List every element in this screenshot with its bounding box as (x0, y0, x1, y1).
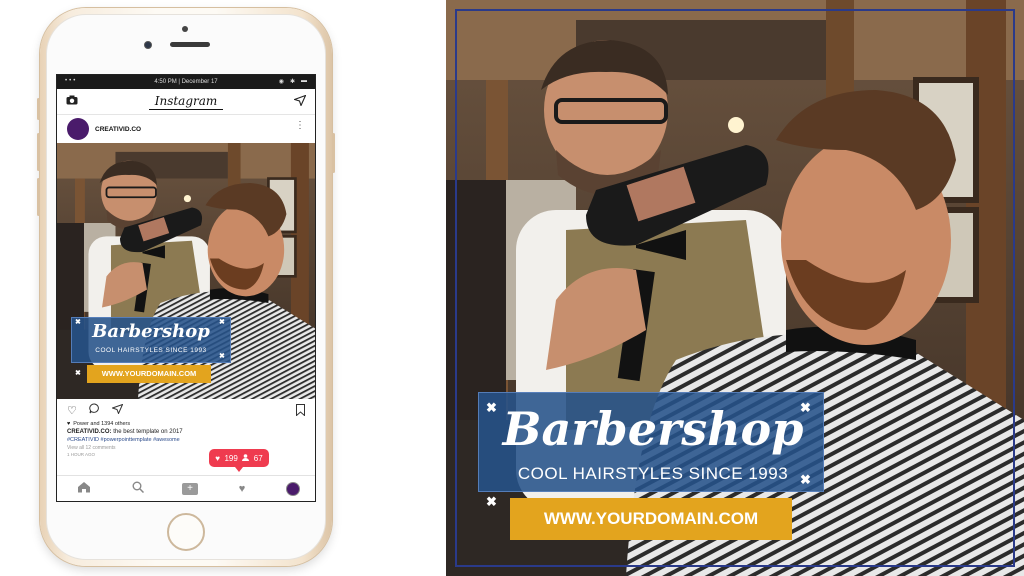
post-hashtags[interactable]: #CREATIVID #powerpointtemplate #awesome (57, 435, 315, 443)
banner-subtitle: COOL HAIRSTYLES SINCE 1993 (95, 347, 207, 354)
heart-icon: ♥ (215, 453, 220, 463)
post-image[interactable]: Barbershop COOL HAIRSTYLES SINCE 1993 WW… (57, 143, 315, 399)
close-icon: ✖ (800, 400, 811, 415)
comment-icon[interactable] (89, 403, 100, 417)
power-button (332, 133, 335, 173)
promo-banner: Barbershop COOL HAIRSTYLES SINCE 1993 WW… (478, 392, 828, 544)
send-icon[interactable] (292, 94, 307, 109)
avatar[interactable] (67, 118, 89, 140)
close-icon: ✖ (219, 319, 225, 326)
notification-followers: 67 (253, 453, 263, 463)
close-icon: ✖ (486, 400, 497, 415)
banner-subtitle: COOL HAIRSTYLES SINCE 1993 (517, 464, 789, 483)
close-icon: ✖ (486, 494, 497, 509)
banner-title: Barbershop (92, 321, 210, 342)
close-icon: ✖ (219, 353, 225, 360)
notification-likes: 199 (224, 453, 238, 463)
post-promo-banner: Barbershop COOL HAIRSTYLES SINCE 1993 WW… (71, 317, 231, 387)
caption-text: the best template on 2017 (111, 429, 183, 435)
close-icon: ✖ (75, 370, 81, 377)
phone-screen: ••• 4:50 PM | December 17 ◉ ✱ ▬ Instagra… (56, 74, 316, 502)
speaker-grille (170, 42, 210, 47)
close-icon: ✖ (800, 472, 811, 487)
profile-icon[interactable] (286, 481, 300, 496)
view-comments-link[interactable]: View all 12 comments (57, 443, 315, 451)
search-icon[interactable] (128, 481, 148, 496)
post-actions: ♡ (57, 399, 315, 421)
add-icon[interactable]: + (182, 482, 198, 495)
status-time: 4:50 PM | December 17 (154, 79, 218, 85)
post-header: CREATIVID.CO ⋮ (57, 115, 315, 143)
bottom-tab-bar: + ♥ (57, 475, 315, 501)
volume-down-button (37, 178, 40, 216)
profile-icon (242, 453, 250, 463)
front-camera (144, 41, 152, 49)
bluetooth-icon: ✱ (289, 79, 295, 85)
proximity-sensor (182, 26, 188, 32)
heart-icon[interactable]: ♥ (232, 483, 252, 495)
heart-icon: ♥ (67, 421, 71, 427)
post-username[interactable]: CREATIVID.CO (95, 126, 141, 133)
heart-icon[interactable]: ♡ (67, 404, 77, 417)
banner-url: WWW.YOURDOMAIN.COM (87, 365, 211, 383)
caption-username[interactable]: CREATIVID.CO: (67, 429, 112, 435)
activity-notification[interactable]: ♥ 199 67 (209, 449, 269, 472)
more-options-icon[interactable]: ⋮ (295, 121, 305, 131)
app-title: Instagram (148, 94, 224, 110)
bookmark-icon[interactable] (296, 404, 305, 419)
battery-icon: ▬ (301, 78, 307, 84)
signal-icon: ••• (65, 78, 78, 84)
share-icon[interactable] (110, 403, 124, 417)
alarm-icon: ◉ (278, 79, 284, 85)
barbershop-photo: Barbershop COOL HAIRSTYLES SINCE 1993 WW… (446, 0, 1024, 576)
mute-switch (37, 98, 40, 120)
status-bar: ••• 4:50 PM | December 17 ◉ ✱ ▬ (57, 75, 315, 89)
home-button[interactable] (167, 513, 205, 551)
post-timestamp: 1 HOUR AGO (67, 452, 96, 457)
banner-url: WWW.YOURDOMAIN.COM (510, 498, 792, 540)
close-icon: ✖ (75, 319, 81, 326)
app-header: Instagram (57, 89, 315, 115)
home-icon[interactable] (74, 481, 94, 496)
post-caption: CREATIVID.CO: the best template on 2017 (57, 427, 315, 435)
banner-title: Barbershop (502, 402, 804, 456)
likes-text: Power and 1394 others (73, 421, 131, 427)
camera-icon[interactable] (65, 95, 79, 108)
volume-up-button (37, 133, 40, 171)
